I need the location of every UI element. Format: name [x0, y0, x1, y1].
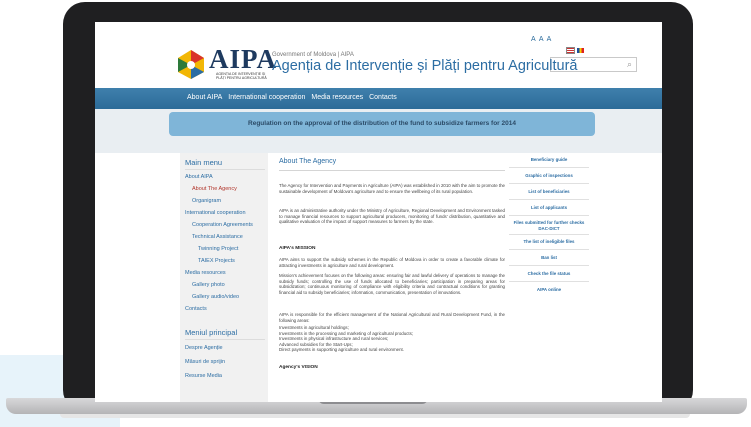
- link-check-file-status[interactable]: Check the file status: [509, 271, 589, 277]
- area-item: Direct payments in supporting agricultur…: [279, 347, 404, 352]
- link-beneficiary-guide[interactable]: Beneficiary guide: [509, 157, 589, 163]
- font-size-controls[interactable]: A A A: [531, 36, 552, 43]
- aipa-emblem-icon: [178, 50, 204, 79]
- divider: [185, 339, 265, 340]
- menu-item-contacts[interactable]: Contacts: [185, 306, 207, 312]
- search-icon[interactable]: ⌕: [627, 59, 632, 70]
- authority-paragraph: AIPA is an administrative authority unde…: [279, 208, 505, 225]
- menu-item-about-aipa[interactable]: About AIPA: [185, 174, 213, 180]
- menu-item-international-cooperation[interactable]: International cooperation: [185, 210, 246, 216]
- mission-heading: AIPA's MISSION: [279, 246, 316, 251]
- vision-heading: Agency's VISION: [279, 365, 318, 370]
- menu-item-cooperation-agreements[interactable]: Cooperation Agreements: [192, 222, 253, 228]
- link-ineligible-files[interactable]: The list of ineligible files: [509, 239, 589, 245]
- intro-paragraph: The Agency for Intervention and Payments…: [279, 183, 505, 194]
- menu-item-masuri-de-sprijin[interactable]: Măsuri de sprijin: [185, 359, 225, 365]
- divider: [509, 234, 589, 235]
- divider: [509, 265, 589, 266]
- link-list-of-applicants[interactable]: List of applicants: [509, 205, 589, 211]
- divider: [509, 215, 589, 216]
- menu-item-taiex-projects[interactable]: TAIEX Projects: [198, 258, 235, 264]
- logo-text[interactable]: AIPA: [209, 44, 277, 75]
- divider: [509, 281, 589, 282]
- nav-item-media-resources[interactable]: Media resources: [311, 94, 363, 101]
- browser-screen: A A A ⌕ AIPA AGENȚIA DE INTERVENȚIE ȘI P…: [95, 22, 662, 402]
- laptop-shadow: [60, 414, 690, 418]
- nav-item-contacts[interactable]: Contacts: [369, 94, 397, 101]
- language-switcher[interactable]: [566, 47, 584, 54]
- menu-item-about-the-agency[interactable]: About The Agency: [192, 186, 237, 192]
- page-title: About The Agency: [279, 158, 337, 165]
- menu-item-technical-assistance[interactable]: Technical Assistance: [192, 234, 243, 240]
- english-flag-icon[interactable]: [566, 47, 575, 54]
- nav-item-international-cooperation[interactable]: International cooperation: [228, 94, 305, 101]
- divider: [185, 169, 265, 170]
- main-navigation: About AIPA International cooperation Med…: [95, 88, 662, 109]
- responsibility-paragraph: AIPA is responsible for the efficient ma…: [279, 312, 505, 323]
- menu-item-twinning-project[interactable]: Twinning Project: [198, 246, 238, 252]
- menu-item-media-resources[interactable]: Media resources: [185, 270, 226, 276]
- mission-paragraph: AIPA aims to support the subsidy schemes…: [279, 257, 505, 268]
- link-files-submitted[interactable]: Files submitted for further checks DAC-D…: [509, 220, 589, 231]
- logo-subtitle: AGENȚIA DE INTERVENȚIE ȘI PLĂȚI PENTRU A…: [216, 72, 267, 80]
- divider: [509, 183, 589, 184]
- menu-item-gallery-audio-video[interactable]: Gallery audio/video: [192, 294, 239, 300]
- menu-item-organigram[interactable]: Organigram: [192, 198, 221, 204]
- link-list-of-beneficiaries[interactable]: List of beneficiaries: [509, 189, 589, 195]
- announcement-banner[interactable]: Regulation on the approval of the distri…: [169, 112, 595, 136]
- divider: [509, 167, 589, 168]
- banner-text[interactable]: Regulation on the approval of the distri…: [169, 120, 595, 127]
- link-aipa-online[interactable]: AIPA online: [509, 287, 589, 293]
- link-graphic-of-inspections[interactable]: Graphic of inspections: [509, 173, 589, 179]
- divider: [509, 249, 589, 250]
- nav-item-about[interactable]: About AIPA: [187, 94, 222, 101]
- agency-title: Agenția de Intervenție și Plăți pentru A…: [272, 58, 578, 74]
- mission-achievement-paragraph: Mission's achievement focuses on the fol…: [279, 273, 505, 295]
- menu-item-despre-agentie[interactable]: Despre Agenție: [185, 345, 223, 351]
- menu-item-resurse-media[interactable]: Resurse Media: [185, 373, 222, 379]
- divider: [509, 199, 589, 200]
- link-ban-list[interactable]: Ban list: [509, 255, 589, 261]
- divider: [279, 170, 505, 171]
- menu-item-gallery-photo[interactable]: Gallery photo: [192, 282, 225, 288]
- main-menu-heading: Main menu: [185, 158, 223, 167]
- meniul-principal-heading: Meniul principal: [185, 328, 238, 337]
- moldova-flag-icon[interactable]: [577, 48, 584, 53]
